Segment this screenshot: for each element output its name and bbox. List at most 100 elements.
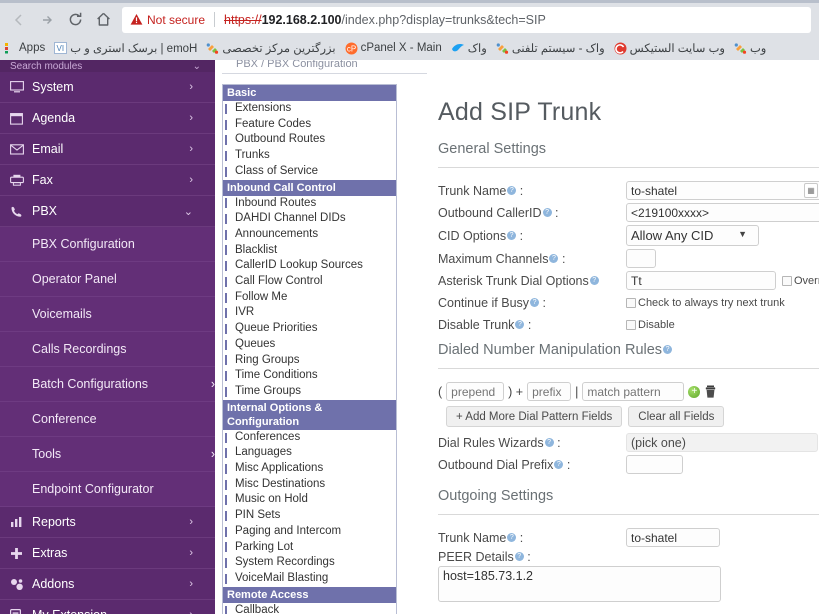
nav-link-outbound-routes[interactable]: Outbound Routes [223, 132, 396, 149]
bookmark-home[interactable]: VI Home | برسک استری و ‏ب [54, 41, 197, 55]
nav-link-callback[interactable]: Callback [223, 602, 396, 614]
nav-link-inbound-routes[interactable]: Inbound Routes [223, 195, 396, 212]
bookmark-vaak-1[interactable]: واک [451, 41, 487, 55]
nav-link-music-on-hold[interactable]: Music on Hold [223, 492, 396, 509]
nav-link-voicemail-blasting[interactable]: VoiceMail Blasting [223, 570, 396, 587]
address-bar[interactable]: Not secure https://192.168.2.100/index.p… [122, 6, 811, 33]
help-icon[interactable]: ? [514, 552, 524, 561]
nav-link-blacklist[interactable]: Blacklist [223, 242, 396, 259]
sidebar-item-calls-recordings[interactable]: Calls Recordings [0, 332, 215, 367]
add-more-dial-pattern-fields-button[interactable]: + Add More Dial Pattern Fields [446, 406, 623, 427]
sidebar-item-extras[interactable]: Extras › [0, 538, 215, 569]
sidebar-item-reports[interactable]: Reports › [0, 507, 215, 538]
peer-details-textarea[interactable]: host=185.73.1.2 [438, 566, 721, 602]
outgoing-trunk-name-input[interactable] [626, 528, 720, 547]
forward-button[interactable] [34, 7, 60, 33]
back-button[interactable] [6, 7, 32, 33]
prepend-input[interactable] [446, 382, 505, 401]
nav-link-queue-priorities[interactable]: Queue Priorities [223, 321, 396, 337]
bookmark-cpanel[interactable]: cP cPanel X - Main [345, 42, 442, 55]
sidebar-item-label: PBX Configuration [32, 237, 135, 251]
nav-link-time-conditions[interactable]: Time Conditions [223, 368, 396, 384]
sidebar-item-endpoint-configurator[interactable]: Endpoint Configurator [0, 472, 215, 507]
help-icon[interactable]: ? [549, 253, 559, 263]
sidebar-item-pbx[interactable]: PBX ⌄ [0, 196, 215, 227]
sidebar-item-email[interactable]: Email › [0, 134, 215, 165]
nav-link-misc-applications[interactable]: Misc Applications [223, 461, 396, 477]
bullet-icon [225, 261, 227, 272]
disable-trunk-checkbox[interactable] [626, 319, 636, 330]
bookmark-apps[interactable]: Apps [4, 42, 45, 54]
clear-all-fields-button[interactable]: Clear all Fields [628, 406, 725, 427]
nav-link-time-groups[interactable]: Time Groups [223, 383, 396, 400]
help-icon[interactable]: ? [507, 185, 517, 195]
help-icon[interactable]: ? [530, 297, 540, 307]
nav-link-callerid-lookup-sources[interactable]: CallerID Lookup Sources [223, 258, 396, 275]
sidebar-item-addons[interactable]: Addons › [0, 569, 215, 600]
url-text[interactable]: https://192.168.2.100/index.php?display=… [224, 13, 546, 27]
sidebar-item-system[interactable]: System › [0, 72, 215, 103]
outbound-callerid-input[interactable] [626, 203, 819, 222]
match-pattern-input[interactable] [582, 382, 685, 401]
help-icon[interactable]: ? [507, 532, 517, 542]
help-icon[interactable]: ? [544, 437, 554, 447]
bookmark-joomla-3[interactable]: وب [734, 41, 766, 55]
nav-link-extensions[interactable]: Extensions [223, 101, 396, 117]
asterisk-dial-options-input[interactable] [626, 271, 776, 290]
outbound-dial-prefix-input[interactable] [626, 455, 683, 474]
nav-link-system-recordings[interactable]: System Recordings [223, 555, 396, 571]
sidebar-item-pbx-configuration[interactable]: PBX Configuration [0, 227, 215, 262]
override-checkbox-wrap[interactable]: Override [782, 275, 819, 287]
divider [438, 368, 819, 369]
nav-link-announcements[interactable]: Announcements [223, 226, 396, 243]
home-button[interactable] [90, 7, 116, 33]
bookmark-joomla-1[interactable]: بزرگترین مرکز تخصصی [206, 41, 336, 55]
sidebar-item-my-extension[interactable]: My Extension › [0, 600, 215, 614]
nav-link-trunks[interactable]: Trunks [223, 148, 396, 164]
nav-link-ring-groups[interactable]: Ring Groups [223, 352, 396, 369]
trunk-name-input[interactable] [626, 181, 819, 200]
help-icon[interactable]: ? [554, 459, 564, 469]
dial-rules-wizards-select[interactable]: (pick one) [626, 433, 818, 452]
nav-link-paging-and-intercom[interactable]: Paging and Intercom [223, 523, 396, 540]
nav-link-conferences[interactable]: Conferences [223, 429, 396, 446]
help-icon[interactable]: ? [507, 230, 517, 240]
continue-if-busy-checkbox[interactable] [626, 297, 636, 308]
prefix-input[interactable] [527, 382, 572, 401]
security-indicator[interactable]: Not secure [130, 13, 205, 27]
sidebar-item-operator-panel[interactable]: Operator Panel [0, 262, 215, 297]
nav-link-dahdi-channel-dids[interactable]: DAHDI Channel DIDs [223, 211, 396, 227]
nav-link-call-flow-control[interactable]: Call Flow Control [223, 274, 396, 290]
bookmark-joomla-2[interactable]: واک - سیستم تلفنی [496, 41, 605, 55]
sidebar-item-tools[interactable]: Tools › [0, 437, 215, 472]
add-row-icon[interactable]: + [688, 385, 701, 398]
trash-icon[interactable] [704, 385, 717, 398]
nav-link-class-of-service[interactable]: Class of Service [223, 163, 396, 180]
override-checkbox[interactable] [782, 275, 792, 286]
stepper-icon[interactable]: ▦ [804, 183, 818, 198]
sidebar-item-batch-configurations[interactable]: Batch Configurations › [0, 367, 215, 402]
help-icon[interactable]: ? [663, 345, 673, 354]
sidebar-item-fax[interactable]: Fax › [0, 165, 215, 196]
cid-options-select[interactable]: Allow Any CID [626, 225, 759, 246]
nav-link-ivr[interactable]: IVR [223, 305, 396, 322]
nav-link-follow-me[interactable]: Follow Me [223, 289, 396, 306]
sidebar-item-agenda[interactable]: Agenda › [0, 103, 215, 134]
help-icon[interactable]: ? [589, 275, 599, 285]
help-icon[interactable]: ? [542, 207, 552, 217]
help-icon[interactable]: ? [515, 319, 525, 329]
sidebar-search[interactable]: Search modules ⌄ [0, 60, 215, 72]
nav-link-pin-sets[interactable]: PIN Sets [223, 508, 396, 524]
maximum-channels-input[interactable] [626, 249, 656, 268]
sidebar-item-voicemails[interactable]: Voicemails [0, 297, 215, 332]
disable-trunk-control[interactable]: Disable [626, 319, 819, 331]
sidebar-item-conference[interactable]: Conference [0, 402, 215, 437]
nav-link-queues[interactable]: Queues [223, 336, 396, 353]
continue-if-busy-control[interactable]: Check to always try next trunk [626, 297, 819, 309]
nav-link-parking-lot[interactable]: Parking Lot [223, 539, 396, 556]
nav-link-misc-destinations[interactable]: Misc Destinations [223, 476, 396, 493]
nav-link-feature-codes[interactable]: Feature Codes [223, 116, 396, 133]
reload-button[interactable] [62, 7, 88, 33]
bookmark-elastix[interactable]: وب سایت الستیکس [614, 41, 725, 55]
nav-link-languages[interactable]: Languages [223, 445, 396, 462]
